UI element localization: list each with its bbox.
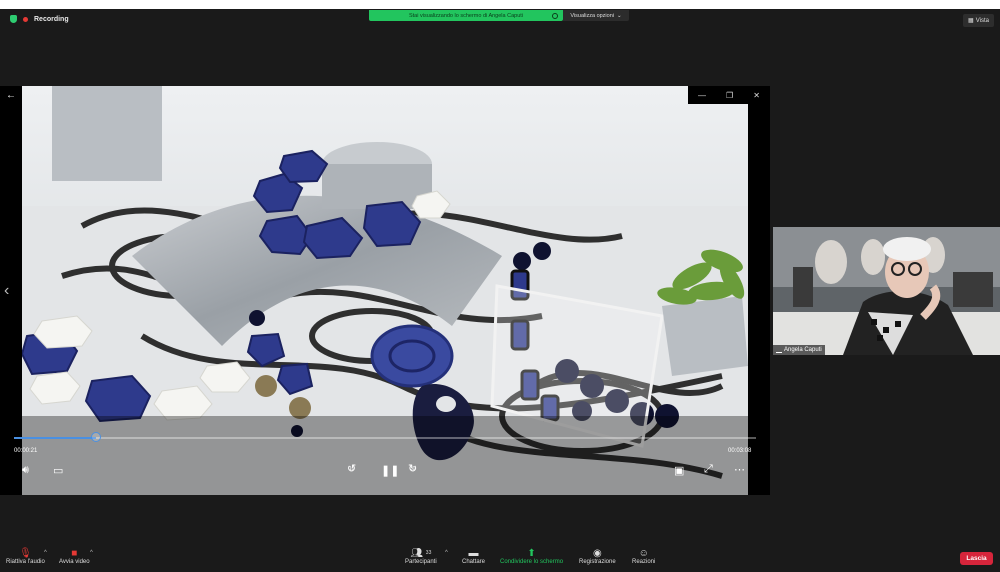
start-video-label: Avvia video (59, 559, 90, 565)
unmute-button[interactable]: 🎙︎ Riattiva l'audio (6, 548, 45, 565)
signal-icon (776, 347, 782, 353)
participants-count: 33 (425, 550, 432, 556)
share-banner-text: Stai visualizzando lo schermo di Angela … (408, 12, 524, 19)
skip-back-label: 10 (348, 466, 355, 472)
mic-muted-icon: 🎙︎ (19, 548, 32, 559)
back-arrow-icon[interactable]: ← (6, 90, 16, 101)
progress-knob[interactable] (90, 432, 101, 442)
start-video-button[interactable]: ■ Avvia video (59, 548, 90, 565)
participant-image (773, 227, 1000, 355)
grid-icon: ▦ (968, 18, 974, 24)
video-off-icon: ■ (71, 548, 78, 559)
progress-fill (14, 437, 96, 439)
participant-video[interactable] (773, 227, 1000, 355)
more-options-icon[interactable]: ⋯ (734, 463, 745, 476)
captions-icon[interactable]: ▭ (53, 464, 63, 477)
record-button[interactable]: ◉ Registrazione (579, 548, 616, 565)
previous-arrow-icon[interactable]: ‹ (4, 282, 9, 300)
window-controls: — ❐ ✕ (688, 86, 770, 104)
video-frame[interactable] (22, 86, 748, 495)
screen-share-banner: Stai visualizzando lo schermo di Angela … (369, 10, 563, 21)
progress-track[interactable] (14, 437, 756, 439)
recording-indicator: Recording (10, 15, 69, 23)
minimize-icon[interactable]: — (698, 91, 706, 100)
skip-back-button[interactable]: ↺ 10 (347, 462, 356, 475)
leave-button[interactable]: Lascia (960, 552, 993, 565)
participant-name-tag: Angela Caputi (773, 345, 825, 355)
view-options-label: Visualizza opzioni (570, 12, 614, 19)
current-time: 00:00:21 (14, 448, 38, 454)
participants-button[interactable]: 👥︎ 33 Partecipanti (405, 548, 437, 565)
reactions-label: Reazioni (632, 559, 656, 565)
participant-name: Angela Caputi (784, 347, 822, 353)
reaction-smiley-icon: ☺︎ (638, 548, 649, 559)
view-button-label: Vista (975, 17, 989, 24)
participants-caret[interactable]: ^ (445, 550, 448, 556)
record-icon: ◉ (592, 548, 602, 559)
skip-forward-button[interactable]: ↻ 30 (408, 462, 417, 475)
close-icon[interactable]: ✕ (753, 91, 760, 100)
volume-icon[interactable]: 🔊︎ (22, 464, 29, 477)
record-dot-icon (23, 16, 28, 22)
share-screen-button[interactable]: ⬆︎ Condividere lo schermo (500, 548, 563, 565)
chat-icon: ▬ (468, 548, 479, 559)
audio-options-caret[interactable]: ^ (44, 550, 47, 556)
share-screen-label: Condividere lo schermo (500, 559, 564, 565)
participants-label: Partecipanti (405, 559, 437, 565)
chevron-down-icon: ⌄ (617, 12, 622, 19)
chat-label: Chattare (462, 559, 486, 565)
pause-icon[interactable]: ❚❚ (381, 464, 399, 477)
unmute-label: Riattiva l'audio (6, 559, 45, 565)
jewelry-scene (22, 86, 748, 495)
top-edge (0, 0, 1000, 9)
shield-icon (10, 15, 17, 23)
video-options-caret[interactable]: ^ (90, 550, 93, 556)
record-label: Registrazione (579, 559, 616, 565)
recording-label: Recording (34, 15, 69, 23)
skip-forward-label: 30 (409, 466, 416, 472)
people-icon: 👥︎ (410, 548, 424, 559)
chat-button[interactable]: ▬ Chattare (462, 548, 485, 565)
restore-icon[interactable]: ❐ (726, 91, 733, 100)
participants-icon-wrap: 👥︎ 33 (410, 548, 431, 559)
stop-share-icon[interactable] (552, 13, 558, 19)
reactions-button[interactable]: ☺︎ Reazioni (632, 548, 655, 565)
share-screen-icon: ⬆︎ (527, 548, 536, 559)
end-time: 00:03:08 (728, 448, 752, 454)
view-button[interactable]: ▦ Vista (963, 14, 994, 27)
fullscreen-icon[interactable]: ⤢ (704, 463, 713, 476)
view-options-button[interactable]: Visualizza opzioni ⌄ (563, 10, 629, 21)
picture-in-picture-icon[interactable]: ▣ (674, 464, 684, 477)
